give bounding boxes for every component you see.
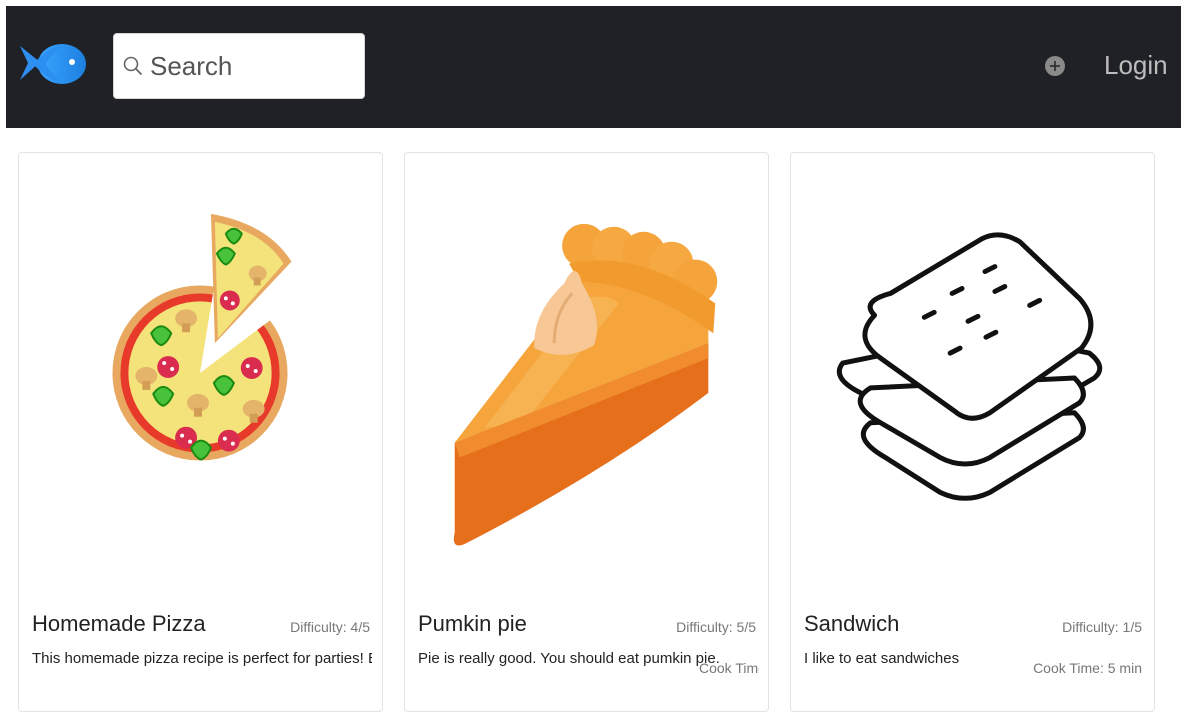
recipe-description: Pie is really good. You should eat pumki…	[418, 650, 720, 667]
sandwich-icon	[791, 153, 1154, 593]
plus-circle-icon[interactable]	[1044, 55, 1066, 77]
recipe-title: Pumkin pie	[418, 611, 527, 636]
navbar: Login	[6, 6, 1181, 128]
search-icon	[122, 55, 144, 77]
recipe-difficulty: Difficulty: 4/5	[290, 619, 370, 635]
pizza-icon	[19, 153, 382, 593]
search-input[interactable]	[150, 50, 350, 82]
recipe-title: Homemade Pizza	[32, 611, 206, 636]
recipe-title: Sandwich	[804, 611, 900, 636]
recipe-card-pie[interactable]: Pumkin pie Difficulty: 5/5 Pie is really…	[404, 152, 769, 712]
recipe-card-sandwich[interactable]: Sandwich Difficulty: 1/5 I like to eat s…	[790, 152, 1155, 712]
recipe-cook-time: Cook Time: 5 min	[1033, 660, 1142, 676]
recipe-cook-time: Cook Time	[699, 660, 759, 676]
recipe-card-pizza[interactable]: Homemade Pizza Difficulty: 4/5 This home…	[18, 152, 383, 712]
login-link[interactable]: Login	[1104, 50, 1168, 81]
fish-icon[interactable]	[18, 40, 88, 90]
search-box[interactable]	[113, 33, 365, 99]
pie-slice-icon	[405, 153, 768, 593]
recipe-difficulty: Difficulty: 1/5	[1062, 619, 1142, 635]
app-root: Login	[6, 6, 1181, 715]
recipe-description: This homemade pizza recipe is perfect fo…	[32, 650, 372, 667]
recipe-difficulty: Difficulty: 5/5	[676, 619, 756, 635]
